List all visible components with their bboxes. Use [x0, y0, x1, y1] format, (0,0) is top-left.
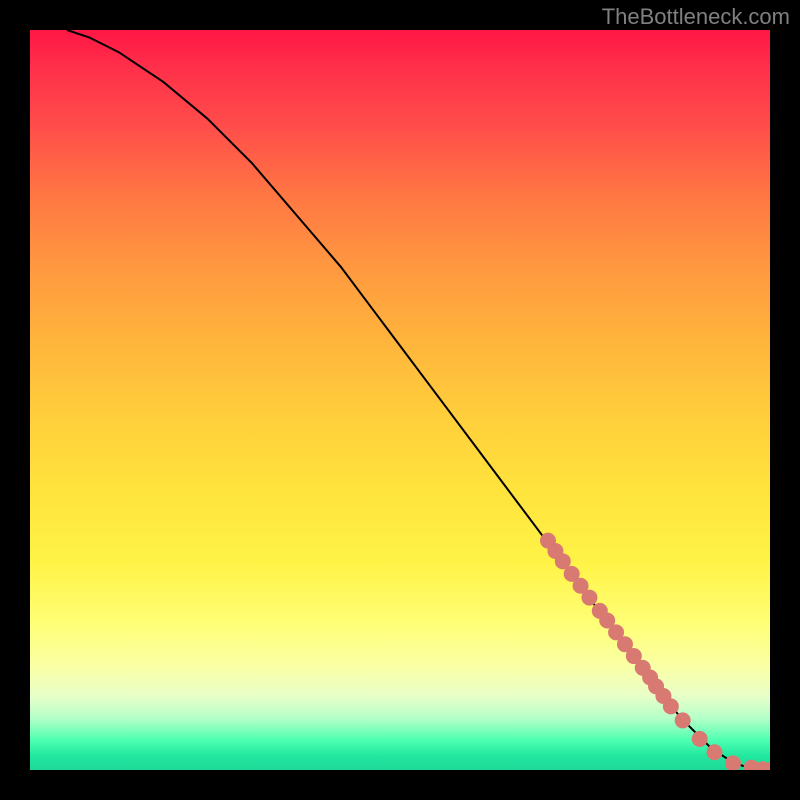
marker-point — [725, 755, 741, 770]
highlighted-markers — [540, 533, 770, 770]
marker-point — [675, 712, 691, 728]
plot-overlay — [30, 30, 770, 770]
bottleneck-curve-line — [67, 30, 770, 770]
marker-point — [663, 698, 679, 714]
marker-point — [581, 590, 597, 606]
plot-frame — [30, 30, 770, 770]
marker-point — [692, 731, 708, 747]
attribution-text: TheBottleneck.com — [602, 4, 790, 30]
marker-point — [707, 744, 723, 760]
